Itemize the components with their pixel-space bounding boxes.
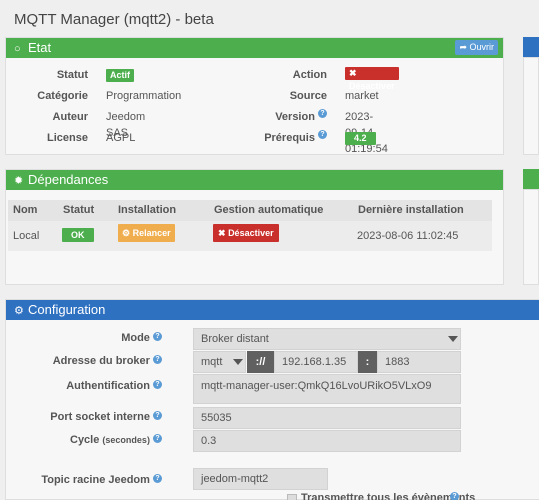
socket-label: Port socket interne xyxy=(50,411,150,423)
source-value: market xyxy=(345,90,379,102)
auteur-label: Auteur xyxy=(52,111,88,123)
circle-icon: ○ xyxy=(14,43,21,55)
help-icon[interactable]: ? xyxy=(153,332,162,341)
mode-select[interactable]: Broker distant xyxy=(193,328,461,350)
chevron-down-icon xyxy=(233,359,243,365)
gears-icon: ⚙ xyxy=(14,305,24,317)
etat-title: Etat xyxy=(28,40,52,55)
version-label: Version xyxy=(275,111,315,123)
dependances-header: ✹ Dépendances xyxy=(6,170,503,190)
page-title: MQTT Manager (mqtt2) - beta xyxy=(14,11,214,28)
help-icon[interactable]: ? xyxy=(153,411,162,420)
help-icon[interactable]: ? xyxy=(153,474,162,483)
dependances-title: Dépendances xyxy=(28,172,109,187)
dep-nom: Local xyxy=(13,230,40,242)
transmit-checkbox[interactable] xyxy=(287,494,297,500)
license-label: License xyxy=(47,132,88,144)
table-header: Nom Statut Installation Gestion automati… xyxy=(8,200,492,221)
mode-label: Mode xyxy=(121,332,150,344)
help-icon[interactable]: ? xyxy=(450,492,459,500)
host-input[interactable]: 192.168.1.35 xyxy=(274,351,358,373)
side-panel-header-2 xyxy=(523,169,539,189)
source-label: Source xyxy=(289,90,327,102)
side-panel-header xyxy=(523,37,539,57)
gear-icon: ✹ xyxy=(14,175,24,187)
statut-badge: Actif xyxy=(106,69,134,82)
col-installation: Installation xyxy=(118,204,177,216)
help-icon[interactable]: ? xyxy=(153,380,162,389)
dep-derniere: 2023-08-06 11:02:45 xyxy=(357,230,459,242)
open-button[interactable]: ➦ Ouvrir xyxy=(455,40,498,55)
close-icon: ✖ xyxy=(218,228,226,238)
col-nom: Nom xyxy=(13,204,38,216)
protocol-separator: :// xyxy=(247,351,274,373)
table-row: Local OK ⚙ Relancer ✖ Désactiver 2023-08… xyxy=(8,221,492,251)
auth-textarea[interactable]: mqtt-manager-user:QmkQ16LvoURikO5VLxO9 xyxy=(193,374,461,404)
cycle-label: Cycle xyxy=(70,434,100,446)
prerequis-label: Prérequis xyxy=(264,132,315,144)
configuration-title: Configuration xyxy=(28,302,106,317)
help-icon[interactable]: ? xyxy=(153,434,162,443)
prerequis-badge: 4.2 xyxy=(345,132,376,145)
help-icon[interactable]: ? xyxy=(318,130,327,139)
port-separator: : xyxy=(358,351,377,373)
bicycle-icon: ⚙ xyxy=(122,228,131,238)
categorie-value: Programmation xyxy=(106,90,182,102)
close-icon: ✖ xyxy=(349,68,357,78)
side-panel xyxy=(523,57,539,155)
side-panel-2 xyxy=(523,189,539,285)
cycle-unit: (secondes) xyxy=(102,435,150,445)
cycle-input[interactable]: 0.3 xyxy=(193,430,461,452)
categorie-label: Catégorie xyxy=(37,90,88,102)
statut-label: Statut xyxy=(56,69,88,81)
socket-input[interactable]: 55035 xyxy=(193,407,461,429)
adresse-label: Adresse du broker xyxy=(52,355,150,367)
configuration-header: ⚙ Configuration xyxy=(6,300,539,320)
dep-desactiver-button[interactable]: ✖ Désactiver xyxy=(213,224,279,242)
desactiver-button[interactable]: ✖ Désactiver xyxy=(345,67,399,91)
action-label: Action xyxy=(292,69,327,81)
dep-statut-badge: OK xyxy=(62,228,94,242)
col-gestion: Gestion automatique xyxy=(214,204,324,216)
auth-label: Authentification xyxy=(66,380,150,392)
chevron-down-icon xyxy=(448,336,458,342)
etat-header: ○ Etat ➦ Ouvrir xyxy=(6,38,503,58)
relancer-button[interactable]: ⚙ Relancer xyxy=(118,224,175,242)
col-statut: Statut xyxy=(63,204,95,216)
topic-label: Topic racine Jeedom xyxy=(41,474,150,486)
help-icon[interactable]: ? xyxy=(153,355,162,364)
help-icon[interactable]: ? xyxy=(318,109,327,118)
port-input[interactable]: 1883 xyxy=(377,351,461,373)
license-value: AGPL xyxy=(106,132,136,144)
share-icon: ➦ xyxy=(459,42,467,52)
topic-input[interactable]: jeedom-mqtt2 xyxy=(193,468,328,490)
col-derniere: Dernière installation xyxy=(358,204,464,216)
